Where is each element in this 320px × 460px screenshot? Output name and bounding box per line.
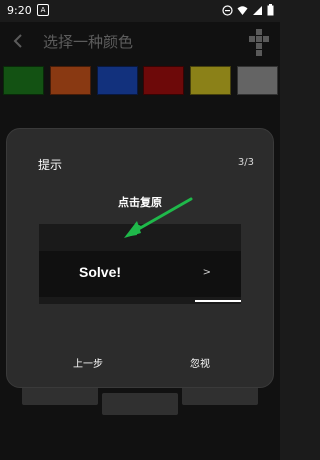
dialog-title: 提示 <box>38 158 63 172</box>
solve-label: Solve! <box>79 264 122 280</box>
wifi-icon <box>237 5 248 15</box>
notification-icon: A <box>37 4 49 16</box>
previous-step-button[interactable]: 上一步 <box>73 355 103 370</box>
status-icons <box>222 4 274 16</box>
battery-icon <box>267 4 274 16</box>
pointer-arrow-icon <box>124 197 193 238</box>
status-bar: 9:20 A <box>0 0 280 22</box>
chevron-right-icon: > <box>202 267 211 278</box>
status-time: 9:20 <box>7 4 32 17</box>
signal-icon <box>253 5 262 15</box>
step-counter: 3/3 <box>237 157 254 168</box>
ignore-button[interactable]: 忽视 <box>190 355 210 370</box>
hint-dialog: 提示 3/3 点击复原 Solve! > 上一步 忽视 <box>6 128 274 388</box>
indicator-line <box>195 300 241 302</box>
dnd-icon <box>222 4 233 16</box>
